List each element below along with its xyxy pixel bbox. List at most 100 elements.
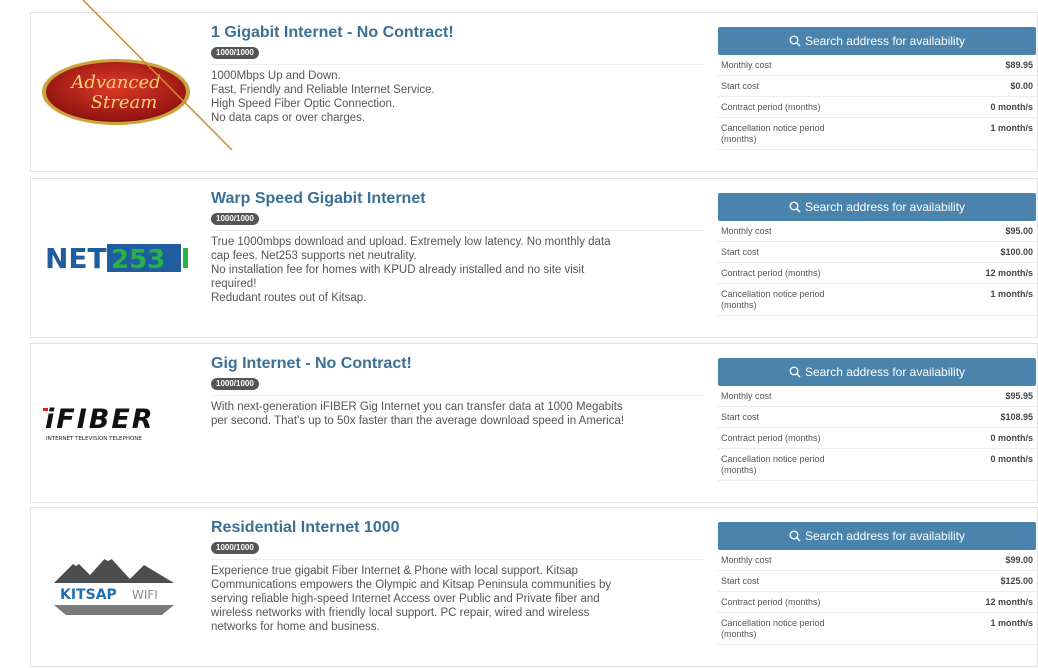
description-line: required! (211, 278, 257, 290)
monthly-cost-row: Monthly cost $95.95 (718, 386, 1036, 407)
plan-title: Residential Internet 1000 (211, 519, 400, 536)
cancellation-period-value: 1 month/s (990, 618, 1033, 628)
plan-description: With next-generation iFIBER Gig Internet… (211, 395, 703, 428)
description-line: With next-generation iFIBER Gig Internet… (211, 401, 623, 413)
contract-period-row: Contract period (months) 0 month/s (718, 428, 1036, 449)
start-cost-label: Start cost (721, 247, 760, 257)
contract-period-label: Contract period (months) (721, 597, 821, 607)
provider-logo: NET 253 (31, 179, 201, 337)
description-line: High Speed Fiber Optic Connection. (211, 98, 396, 110)
monthly-cost-row: Monthly cost $99.00 (718, 550, 1036, 571)
svg-text:KITSAP: KITSAP (60, 587, 117, 603)
kitsap-wifi-logo: KITSAP WIFI (54, 555, 174, 615)
monthly-cost-row: Monthly cost $89.95 (718, 55, 1036, 76)
monthly-cost-label: Monthly cost (721, 226, 772, 236)
monthly-cost-value: $89.95 (1005, 60, 1033, 70)
description-line: No data caps or over charges. (211, 112, 366, 124)
contract-period-row: Contract period (months) 12 month/s (718, 263, 1036, 284)
start-cost-row: Start cost $125.00 (718, 571, 1036, 592)
contract-period-row: Contract period (months) 0 month/s (718, 97, 1036, 118)
provider-card: iFIBER INTERNET TELEVISION TELEPHONE Gig… (30, 343, 1038, 503)
pricing-panel: Search address for availability Monthly … (718, 358, 1036, 481)
start-cost-value: $0.00 (1010, 81, 1033, 91)
plan-description: 1000Mbps Up and Down. Fast, Friendly and… (211, 64, 703, 125)
description-line: Redudant routes out of Kitsap. (211, 292, 367, 304)
description-line: Experience true gigabit Fiber Internet &… (211, 565, 578, 577)
start-cost-row: Start cost $0.00 (718, 76, 1036, 97)
speed-badge: 1000/1000 (211, 542, 259, 554)
cancellation-period-row: Cancellation notice period (months) 0 mon… (718, 449, 1036, 481)
plan-title: Warp Speed Gigabit Internet (211, 190, 426, 207)
net253-logo: NET 253 (45, 242, 188, 275)
provider-logo: KITSAP WIFI (31, 508, 201, 666)
monthly-cost-label: Monthly cost (721, 391, 772, 401)
search-button-label: Search address for availability (804, 529, 966, 543)
description-line: wireless networks with friendly local su… (211, 607, 590, 619)
speed-badge: 1000/1000 (211, 213, 259, 225)
search-availability-button[interactable]: Search address for availability (718, 27, 1036, 55)
svg-text:Advanced: Advanced (69, 72, 160, 93)
search-availability-button[interactable]: Search address for availability (718, 358, 1036, 386)
search-availability-button[interactable]: Search address for availability (718, 193, 1036, 221)
start-cost-value: $125.00 (1000, 576, 1033, 586)
contract-period-label: Contract period (months) (721, 433, 821, 443)
start-cost-label: Start cost (721, 412, 760, 422)
speed-badge: 1000/1000 (211, 47, 259, 59)
description-line: networks for home and business. (211, 621, 380, 633)
plan-title: Gig Internet - No Contract! (211, 355, 412, 372)
contract-period-value: 12 month/s (985, 597, 1033, 607)
cancellation-period-label: Cancellation notice period (months) (721, 123, 825, 144)
contract-period-label: Contract period (months) (721, 102, 821, 112)
provider-card: Advanced Stream 1 Gigabit Internet - No … (30, 12, 1038, 172)
svg-text:NET: NET (45, 242, 107, 275)
cancellation-period-value: 0 month/s (990, 454, 1033, 464)
svg-text:iFIBER: iFIBER (45, 404, 155, 435)
description-line: 1000Mbps Up and Down. (211, 70, 341, 82)
monthly-cost-label: Monthly cost (721, 60, 772, 70)
description-line: cap fees. Net253 supports net neutrality… (211, 250, 417, 262)
cancellation-period-row: Cancellation notice period (months) 1 mon… (718, 613, 1036, 645)
description-line: Fast, Friendly and Reliable Internet Ser… (211, 84, 435, 96)
monthly-cost-row: Monthly cost $95.00 (718, 221, 1036, 242)
start-cost-row: Start cost $100.00 (718, 242, 1036, 263)
cancellation-period-row: Cancellation notice period (months) 1 mon… (718, 118, 1036, 150)
cancellation-period-label: Cancellation notice period (months) (721, 618, 825, 639)
pricing-panel: Search address for availability Monthly … (718, 522, 1036, 645)
cancellation-period-value: 1 month/s (990, 123, 1033, 133)
svg-text:WIFI: WIFI (132, 588, 158, 602)
speed-badge: 1000/1000 (211, 378, 259, 390)
provider-logo: Advanced Stream (31, 13, 201, 171)
search-button-label: Search address for availability (804, 200, 966, 214)
search-button-label: Search address for availability (804, 34, 966, 48)
description-line: Communications empowers the Olympic and … (211, 579, 612, 591)
advanced-stream-logo: Advanced Stream (42, 59, 190, 125)
search-icon (789, 366, 801, 378)
svg-text:INTERNET TELEVISION TELEPHONE: INTERNET TELEVISION TELEPHONE (46, 436, 142, 442)
cancellation-period-row: Cancellation notice period (months) 1 mon… (718, 284, 1036, 316)
search-icon (789, 35, 801, 47)
contract-period-row: Contract period (months) 12 month/s (718, 592, 1036, 613)
contract-period-value: 12 month/s (985, 268, 1033, 278)
start-cost-value: $100.00 (1000, 247, 1033, 257)
provider-card: NET 253 Warp Speed Gigabit Internet 1000… (30, 178, 1038, 338)
search-button-label: Search address for availability (804, 365, 966, 379)
plan-description: True 1000mbps download and upload. Extre… (211, 230, 703, 305)
provider-list: Advanced Stream 1 Gigabit Internet - No … (30, 0, 1038, 668)
description-line: No installation fee for homes with KPUD … (211, 264, 585, 276)
search-availability-button[interactable]: Search address for availability (718, 522, 1036, 550)
svg-text:Stream: Stream (91, 92, 158, 113)
plan-title: 1 Gigabit Internet - No Contract! (211, 24, 454, 41)
contract-period-value: 0 month/s (990, 433, 1033, 443)
contract-period-value: 0 month/s (990, 102, 1033, 112)
description-line: per second. That's up to 50x faster than… (211, 415, 625, 427)
provider-logo: iFIBER INTERNET TELEVISION TELEPHONE (31, 344, 201, 502)
search-icon (789, 201, 801, 213)
start-cost-label: Start cost (721, 576, 760, 586)
monthly-cost-value: $95.95 (1005, 391, 1033, 401)
ifiber-logo: iFIBER INTERNET TELEVISION TELEPHONE (43, 404, 155, 442)
description-line: True 1000mbps download and upload. Extre… (211, 236, 611, 248)
contract-period-label: Contract period (months) (721, 268, 821, 278)
search-icon (789, 530, 801, 542)
monthly-cost-label: Monthly cost (721, 555, 772, 565)
start-cost-value: $108.95 (1000, 412, 1033, 422)
